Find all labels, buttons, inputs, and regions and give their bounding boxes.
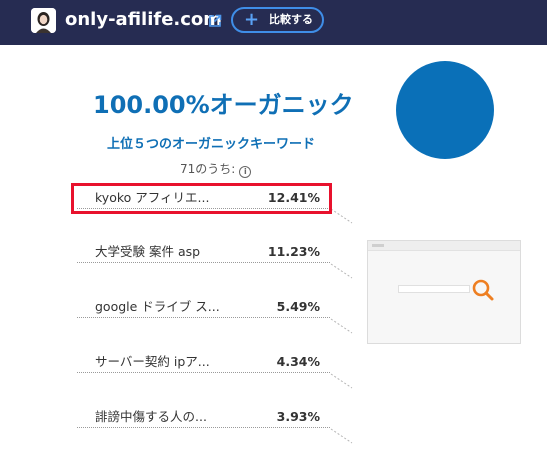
keyword-label: サーバー契約 ipア... xyxy=(95,354,210,369)
keyword-row[interactable]: 大学受験 案件 asp 11.23% xyxy=(77,241,330,263)
keyword-count: 71のうち: i xyxy=(180,160,252,178)
external-link-icon[interactable] xyxy=(208,13,222,27)
row-connector xyxy=(330,208,353,224)
site-avatar xyxy=(31,8,56,33)
keyword-label: google ドライブ ス... xyxy=(95,299,220,314)
plus-icon: + xyxy=(244,9,260,30)
keyword-label: 誹謗中傷する人の... xyxy=(95,409,207,424)
organic-share-headline: 100.00%オーガニック xyxy=(93,91,354,119)
keyword-highlight-box xyxy=(71,183,332,214)
keyword-label: 大学受験 案件 asp xyxy=(95,244,201,259)
keyword-percent: 3.93% xyxy=(276,409,320,424)
row-connector xyxy=(330,263,353,279)
keyword-row[interactable]: google ドライブ ス... 5.49% xyxy=(77,296,330,318)
preview-search-field xyxy=(398,285,470,293)
organic-pie-chart xyxy=(396,61,494,159)
keyword-percent: 4.34% xyxy=(276,354,320,369)
keyword-row[interactable]: 誹謗中傷する人の... 3.93% xyxy=(77,406,330,428)
keyword-percent: 5.49% xyxy=(276,299,320,314)
preview-topbar xyxy=(368,241,520,251)
search-magnifier-icon xyxy=(472,279,494,301)
compare-label: 比較する xyxy=(269,13,313,26)
row-connector xyxy=(330,428,353,444)
row-connector xyxy=(330,373,353,389)
top-bar: only-afilife.com + 比較する xyxy=(0,0,547,45)
compare-button[interactable]: + 比較する xyxy=(231,7,324,33)
info-icon[interactable]: i xyxy=(239,166,252,178)
row-connector xyxy=(330,318,353,334)
preview-dots xyxy=(372,244,384,247)
top-keywords-title: 上位５つのオーガニックキーワード xyxy=(107,137,316,152)
search-preview-thumbnail xyxy=(367,240,521,344)
keyword-percent: 11.23% xyxy=(267,244,320,259)
site-domain: only-afilife.com xyxy=(65,9,223,30)
keyword-count-text: 71のうち: xyxy=(180,162,236,176)
keyword-row[interactable]: サーバー契約 ipア... 4.34% xyxy=(77,351,330,373)
